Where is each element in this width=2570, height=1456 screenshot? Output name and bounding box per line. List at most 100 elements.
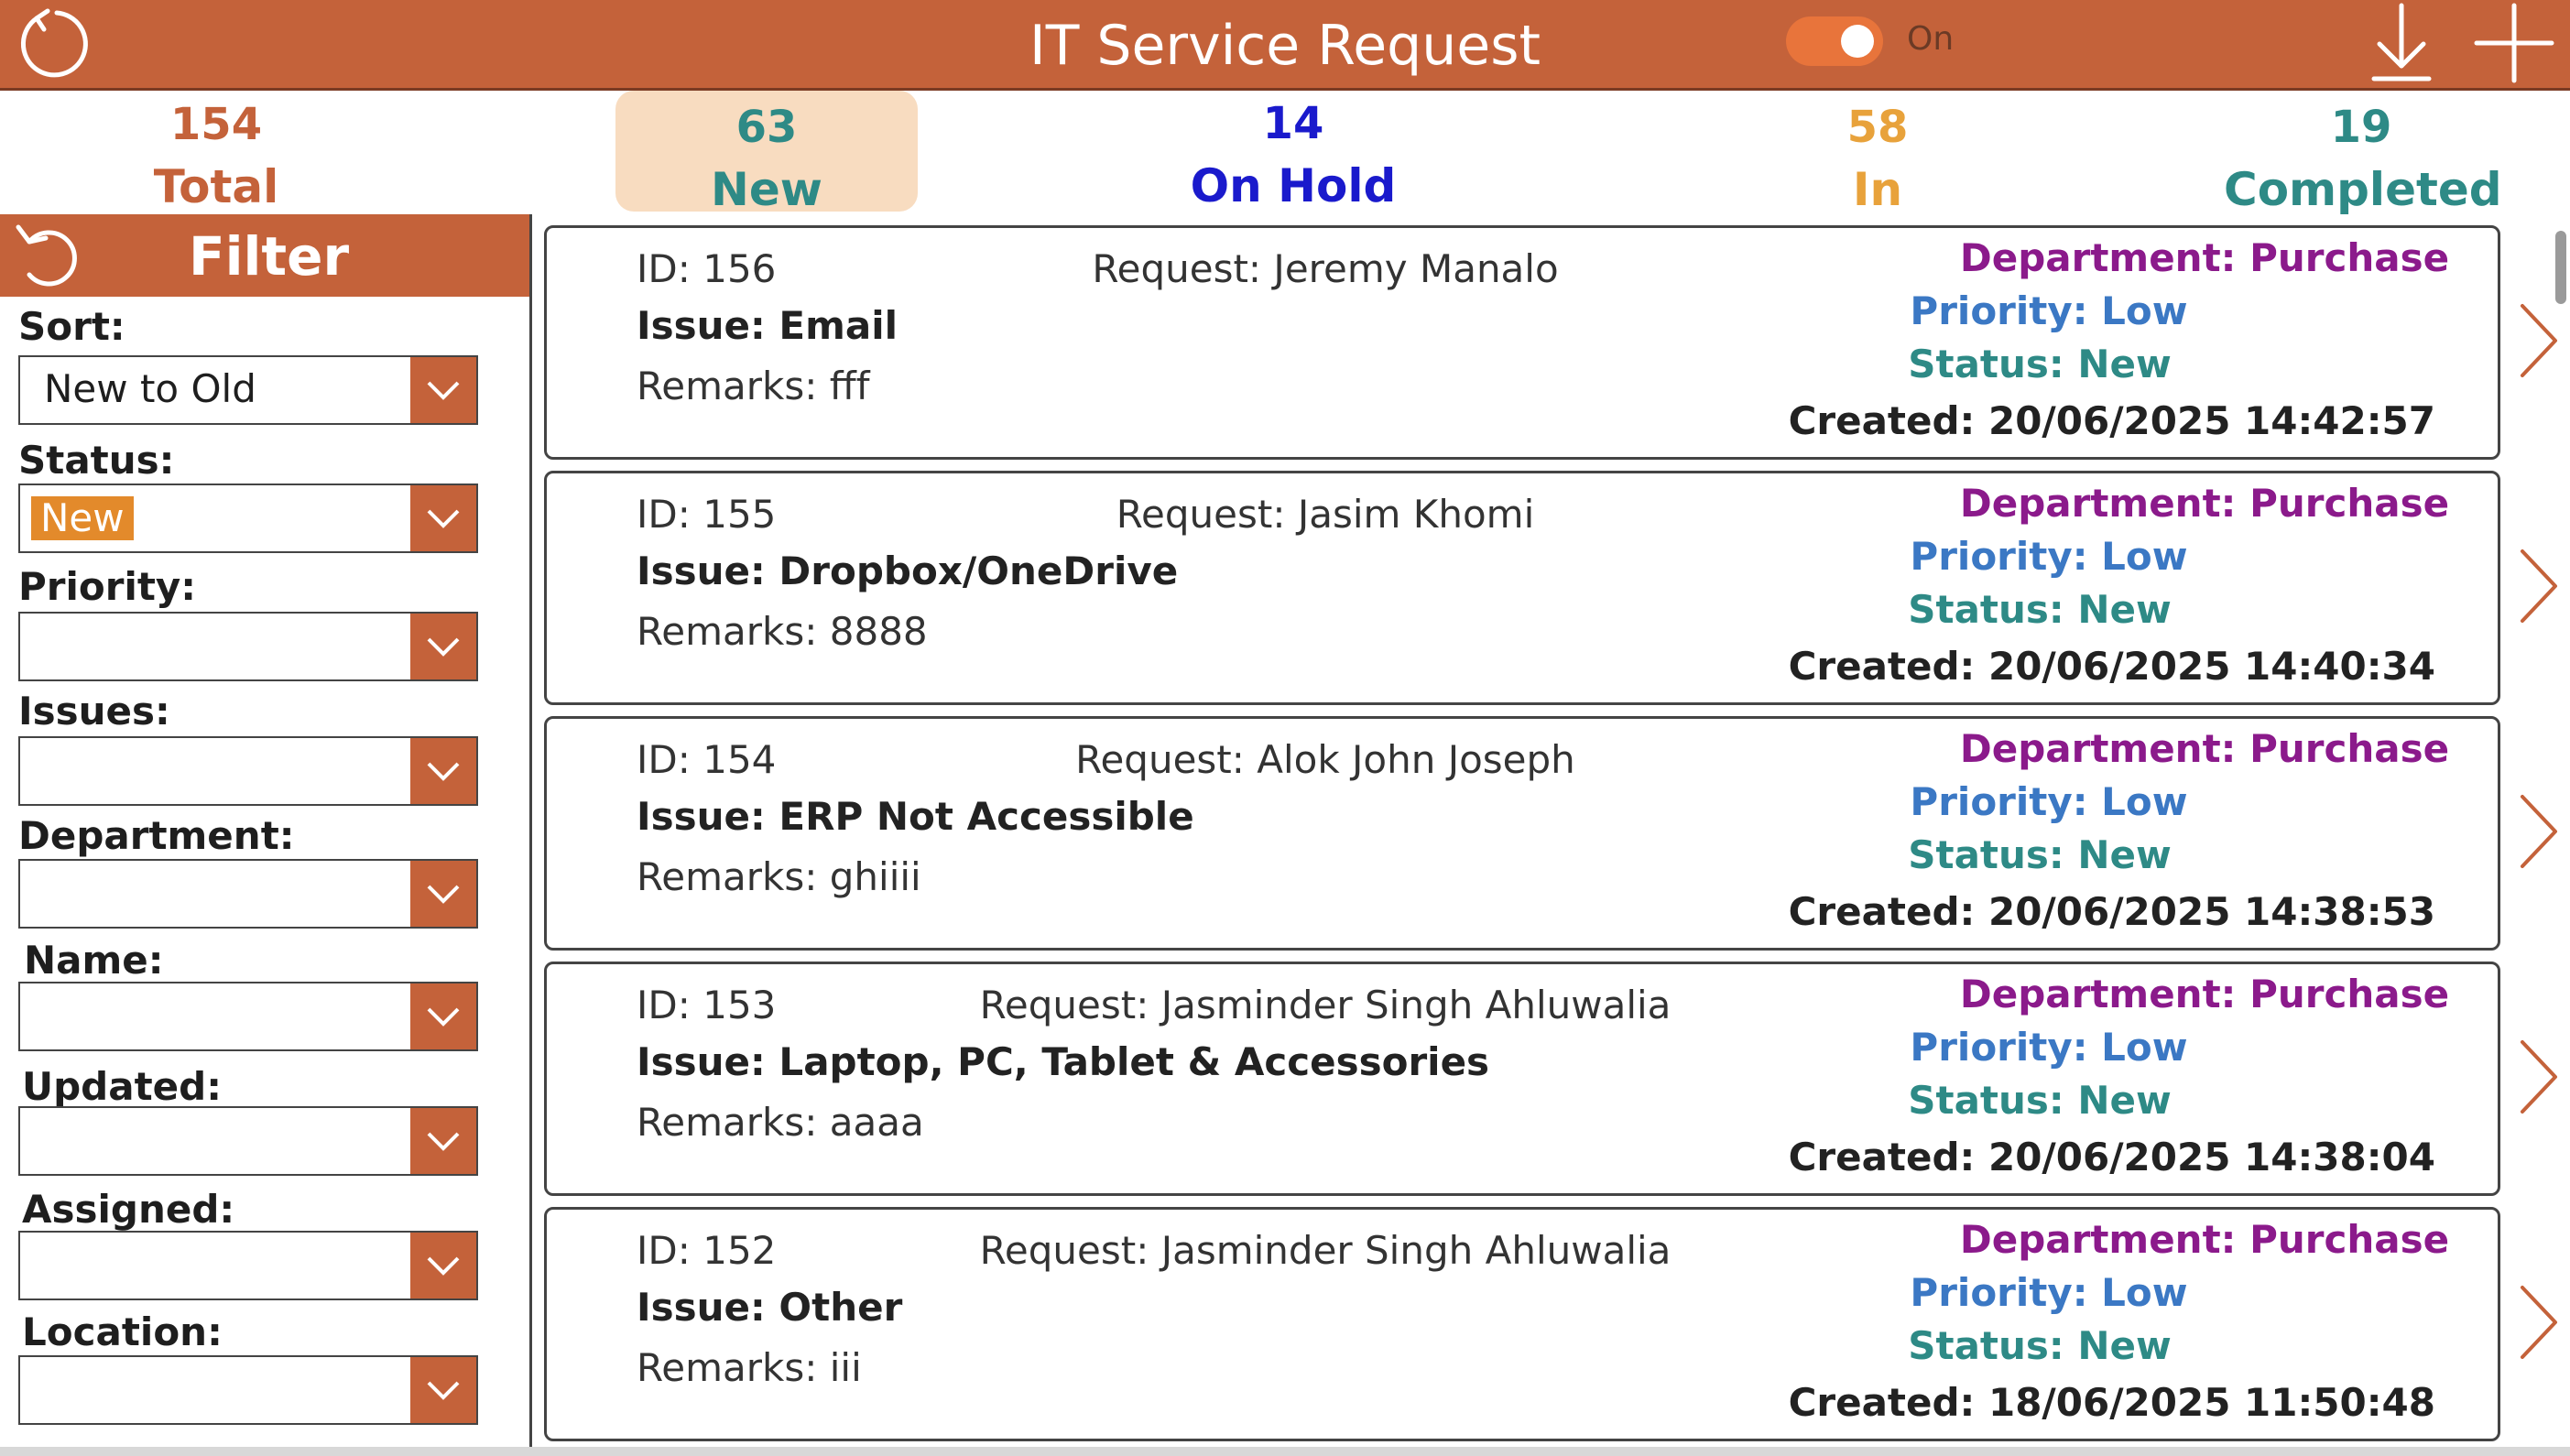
refresh-icon xyxy=(20,8,88,78)
request-remarks: Remarks: iii xyxy=(637,1345,862,1390)
sort-dropdown[interactable]: New to Old xyxy=(18,355,478,425)
stat-total[interactable]: 154 Total xyxy=(125,93,308,218)
chevron-down-icon xyxy=(427,1132,460,1151)
request-card[interactable]: ID: 152 Request: Jasminder Singh Ahluwal… xyxy=(544,1207,2500,1441)
request-requester: Request: Jasminder Singh Ahluwalia xyxy=(979,1228,1672,1273)
name-dropdown-button[interactable] xyxy=(410,983,476,1049)
plus-icon xyxy=(2474,3,2554,83)
chevron-down-icon xyxy=(427,381,460,400)
filter-title: Filter xyxy=(189,225,350,288)
location-label: Location: xyxy=(22,1309,223,1354)
issues-dropdown[interactable] xyxy=(18,736,478,806)
download-icon xyxy=(2371,3,2432,81)
request-priority: Priority: Low xyxy=(1910,779,2188,824)
request-card[interactable]: ID: 153 Request: Jasminder Singh Ahluwal… xyxy=(544,962,2500,1196)
filter-panel: Filter Sort: New to Old Status: New Prio… xyxy=(0,214,532,1447)
request-id: ID: 153 xyxy=(637,983,777,1027)
bottom-divider xyxy=(0,1447,2570,1456)
scrollbar-thumb[interactable] xyxy=(2555,231,2566,304)
stat-on-hold-count: 14 xyxy=(1262,98,1324,149)
request-card[interactable]: ID: 155 Request: Jasim Khomi Issue: Drop… xyxy=(544,471,2500,705)
stat-new[interactable]: 63 New xyxy=(615,96,918,221)
request-requester: Request: Jasminder Singh Ahluwalia xyxy=(979,983,1672,1027)
name-dropdown[interactable] xyxy=(18,982,478,1051)
request-issue: Issue: Email xyxy=(637,303,898,348)
updated-dropdown[interactable] xyxy=(18,1106,478,1176)
department-dropdown[interactable] xyxy=(18,859,478,929)
request-status: Status: New xyxy=(1908,342,2172,386)
request-id: ID: 154 xyxy=(637,737,777,782)
request-department: Department: Purchase xyxy=(1959,726,2450,771)
sort-dropdown-value: New to Old xyxy=(44,366,256,411)
chevron-down-icon xyxy=(427,885,460,904)
request-created: Created: 20/06/2025 14:38:04 xyxy=(1788,1135,2435,1179)
refresh-button[interactable] xyxy=(16,5,92,81)
status-dropdown[interactable]: New xyxy=(18,484,478,553)
request-department: Department: Purchase xyxy=(1959,1217,2450,1262)
request-status: Status: New xyxy=(1908,1078,2172,1123)
request-priority: Priority: Low xyxy=(1910,534,2188,579)
department-dropdown-button[interactable] xyxy=(410,861,476,927)
status-dropdown-button[interactable] xyxy=(410,485,476,551)
request-requester: Request: Jasim Khomi xyxy=(1116,492,1535,537)
assigned-dropdown-button[interactable] xyxy=(410,1233,476,1298)
stat-on-hold[interactable]: 14 On Hold xyxy=(1156,92,1431,217)
request-created: Created: 20/06/2025 14:40:34 xyxy=(1788,644,2435,689)
sort-dropdown-button[interactable] xyxy=(410,357,476,423)
priority-dropdown-button[interactable] xyxy=(410,614,476,679)
stat-completed-label: Completed xyxy=(2224,163,2502,216)
request-list-scrollbar[interactable] xyxy=(2555,216,2566,1443)
request-created: Created: 20/06/2025 14:42:57 xyxy=(1788,398,2435,443)
request-created: Created: 18/06/2025 11:50:48 xyxy=(1788,1380,2435,1425)
status-label: Status: xyxy=(18,438,175,483)
request-card[interactable]: ID: 154 Request: Alok John Joseph Issue:… xyxy=(544,716,2500,951)
request-priority: Priority: Low xyxy=(1910,288,2188,333)
request-department: Department: Purchase xyxy=(1959,481,2450,526)
request-status: Status: New xyxy=(1908,1323,2172,1368)
location-dropdown-button[interactable] xyxy=(410,1357,476,1423)
issues-dropdown-button[interactable] xyxy=(410,738,476,804)
request-id: ID: 155 xyxy=(637,492,777,537)
download-button[interactable] xyxy=(2367,2,2436,84)
request-id: ID: 156 xyxy=(637,246,777,291)
request-status: Status: New xyxy=(1908,587,2172,632)
assigned-label: Assigned: xyxy=(22,1187,235,1232)
add-button[interactable] xyxy=(2473,2,2555,84)
request-issue: Issue: Other xyxy=(637,1285,903,1330)
issues-label: Issues: xyxy=(18,689,170,733)
request-department: Department: Purchase xyxy=(1959,972,2450,1016)
priority-dropdown[interactable] xyxy=(18,612,478,681)
updated-label: Updated: xyxy=(22,1064,222,1109)
request-requester: Request: Jeremy Manalo xyxy=(1092,246,1559,291)
filter-header: Filter xyxy=(0,214,529,297)
request-remarks: Remarks: aaaa xyxy=(637,1100,924,1145)
toggle-label: On xyxy=(1907,20,1955,58)
request-id: ID: 152 xyxy=(637,1228,777,1273)
chevron-down-icon xyxy=(427,762,460,781)
request-requester: Request: Alok John Joseph xyxy=(1075,737,1575,782)
toggle-switch[interactable] xyxy=(1786,16,1883,66)
request-department: Department: Purchase xyxy=(1959,235,2450,280)
chevron-down-icon xyxy=(427,1007,460,1027)
chevron-down-icon xyxy=(427,509,460,528)
request-list: ID: 156 Request: Jeremy Manalo Issue: Em… xyxy=(533,214,2570,1447)
request-issue: Issue: Dropbox/OneDrive xyxy=(637,549,1179,593)
sort-label: Sort: xyxy=(18,304,125,349)
request-card[interactable]: ID: 156 Request: Jeremy Manalo Issue: Em… xyxy=(544,225,2500,460)
stat-completed[interactable]: 19 Completed xyxy=(2224,96,2502,221)
updated-dropdown-button[interactable] xyxy=(410,1108,476,1174)
request-remarks: Remarks: fff xyxy=(637,364,870,408)
name-label: Name: xyxy=(24,938,164,983)
filter-reset-button[interactable] xyxy=(11,218,88,291)
chevron-down-icon xyxy=(427,1381,460,1400)
request-priority: Priority: Low xyxy=(1910,1270,2188,1315)
stat-total-label: Total xyxy=(153,160,279,213)
location-dropdown[interactable] xyxy=(18,1355,478,1425)
stat-total-count: 154 xyxy=(169,99,263,150)
stat-on-hold-label: On Hold xyxy=(1190,159,1397,212)
chevron-down-icon xyxy=(427,637,460,657)
stat-completed-count: 19 xyxy=(2330,102,2392,153)
assigned-dropdown[interactable] xyxy=(18,1231,478,1300)
request-status: Status: New xyxy=(1908,832,2172,877)
stat-new-count: 63 xyxy=(735,102,798,153)
